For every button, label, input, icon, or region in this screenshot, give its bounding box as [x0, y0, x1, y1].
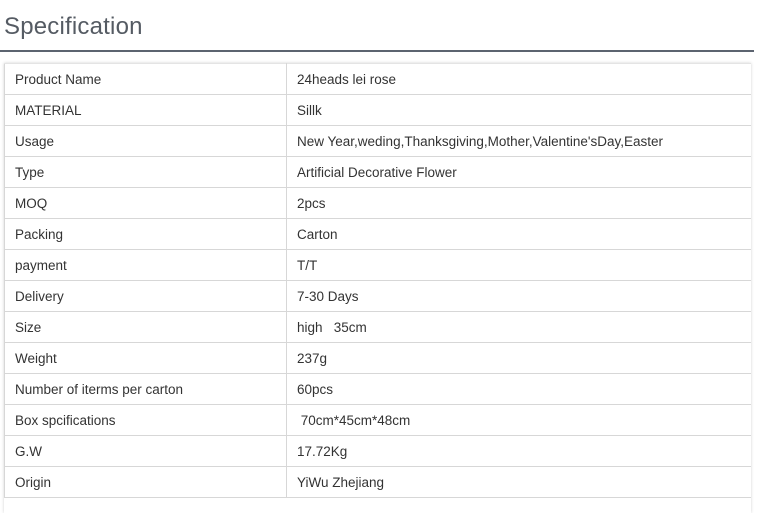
table-row: Delivery 7-30 Days [4, 280, 751, 312]
table-row: Size high 35cm [4, 311, 751, 343]
specification-header: Specification [0, 0, 754, 52]
spec-value: 7-30 Days [286, 280, 751, 312]
spec-key: MATERIAL [4, 94, 287, 126]
table-row: Origin YiWu Zhejiang [4, 466, 751, 498]
table-row: payment T/T [4, 249, 751, 281]
table-row: Box spcifications 70cm*45cm*48cm [4, 404, 751, 436]
spec-value: 24heads lei rose [286, 63, 751, 95]
spec-key: Delivery [4, 280, 287, 312]
spec-value: T/T [286, 249, 751, 281]
spec-value: 70cm*45cm*48cm [286, 404, 751, 436]
spec-key: G.W [4, 435, 287, 467]
spec-value: 17.72Kg [286, 435, 751, 467]
table-row: G.W 17.72Kg [4, 435, 751, 467]
spec-value: YiWu Zhejiang [286, 466, 751, 498]
spec-key: Product Name [4, 63, 287, 95]
table-row: Weight 237g [4, 342, 751, 374]
page-title: Specification [4, 13, 143, 40]
table-row: Number of iterms per carton 60pcs [4, 373, 751, 405]
specification-table: Product Name 24heads lei rose MATERIAL S… [4, 63, 751, 498]
spec-key: Packing [4, 218, 287, 250]
spec-key: Size [4, 311, 287, 343]
spec-value: 60pcs [286, 373, 751, 405]
spec-key: Weight [4, 342, 287, 374]
spec-value: 2pcs [286, 187, 751, 219]
table-row: Product Name 24heads lei rose [4, 63, 751, 95]
spec-key: MOQ [4, 187, 287, 219]
spec-key: Box spcifications [4, 404, 287, 436]
spec-key: Number of iterms per carton [4, 373, 287, 405]
table-row: MOQ 2pcs [4, 187, 751, 219]
spec-value: Sillk [286, 94, 751, 126]
spec-key: Origin [4, 466, 287, 498]
spec-value: New Year,weding,Thanksgiving,Mother,Vale… [286, 125, 751, 157]
spec-key: Usage [4, 125, 287, 157]
spec-value: Artificial Decorative Flower [286, 156, 751, 188]
spec-value: 237g [286, 342, 751, 374]
table-row: MATERIAL Sillk [4, 94, 751, 126]
table-row: Packing Carton [4, 218, 751, 250]
spec-key: Type [4, 156, 287, 188]
table-row: Type Artificial Decorative Flower [4, 156, 751, 188]
spec-value: high 35cm [286, 311, 751, 343]
spec-key: payment [4, 249, 287, 281]
spec-value: Carton [286, 218, 751, 250]
table-row: Usage New Year,weding,Thanksgiving,Mothe… [4, 125, 751, 157]
specification-table-container: Product Name 24heads lei rose MATERIAL S… [4, 63, 751, 513]
